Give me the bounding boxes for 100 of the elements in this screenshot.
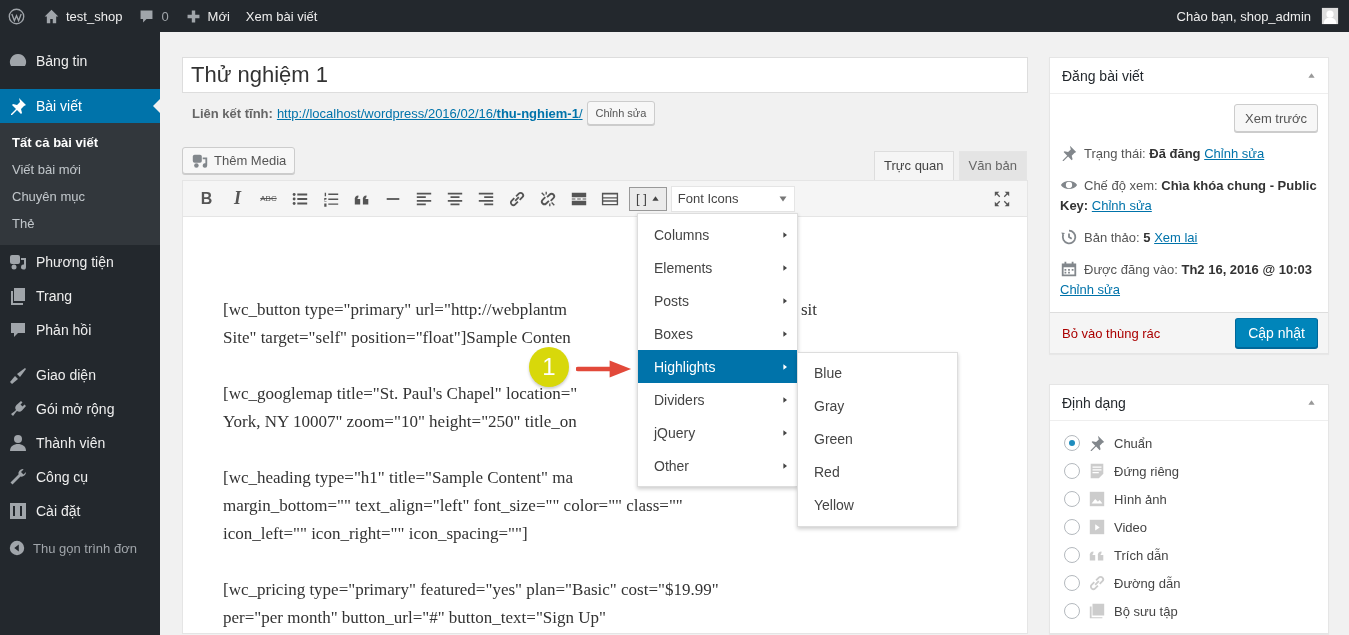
publish-setting: Được đăng vào: Th2 16, 2016 @ 10:03 Chỉnh sửa [1060,260,1313,299]
wrench-icon [8,467,28,487]
paintbrush-icon [8,365,28,385]
menu-item[interactable]: Dividers [638,383,797,416]
collapse-menu-button[interactable]: Thu gọn trình đơn [0,531,160,565]
menu-item[interactable]: Giao diện [0,358,160,392]
menu-item[interactable]: Phương tiện [0,245,160,279]
caret-icon[interactable] [1307,71,1316,80]
pushpin-icon [1088,434,1106,452]
submenu-item[interactable]: Blue [798,357,957,390]
home-icon [43,7,60,25]
media-icon [8,252,28,272]
format-option-label[interactable]: Video [1114,519,1147,535]
site-link[interactable]: test_shop [35,0,131,32]
caret-icon [781,230,789,239]
menu-item[interactable]: Gói mở rộng [0,392,160,426]
submenu-item[interactable]: Red [798,456,957,489]
pushpin-icon [1060,144,1078,162]
menu-item[interactable]: Bài viết [0,89,160,123]
format-option-label[interactable]: Đứng riêng [1114,463,1180,479]
avatar-icon [1321,7,1339,25]
editor-tab[interactable]: Văn bản [958,151,1027,180]
add-media-button[interactable]: Thêm Media [182,147,296,174]
update-button[interactable]: Cập nhật [1235,318,1318,348]
collapse-icon [8,539,26,557]
menu-item[interactable]: Thành viên [0,426,160,460]
video-icon [1088,518,1106,536]
submenu-item[interactable]: Green [798,423,957,456]
menu-item[interactable]: Elements [638,251,797,284]
format-option-label[interactable]: Chuẩn [1114,435,1153,451]
chain-link-icon [1088,574,1106,592]
shortcode-text: sit [800,299,817,321]
format-option-label[interactable]: Bộ sưu tập [1114,603,1178,619]
shortcode-text: margin_bottom="" text_align="left" font_size="" color="" class="" [223,495,683,517]
caret-icon [781,395,789,404]
submenu-item[interactable]: Chuyên mục [0,183,160,210]
submenu-item[interactable]: Viết bài mới [0,156,160,183]
caret-icon [650,194,660,203]
shortcode-button[interactable]: [ ] [629,186,667,211]
submenu-item[interactable]: Yellow [798,489,957,522]
menu-item[interactable]: Công cụ [0,460,160,494]
image-icon [1088,490,1106,508]
trash-link[interactable]: Bỏ vào thùng rác [1062,325,1161,341]
publish-setting: Chế độ xem: Chìa khóa chung - Public Key: Chỉnh sửa [1060,176,1318,215]
shortcode-text: icon_left="" icon_right="" icon_spacing=""] [223,523,528,545]
menu-item[interactable]: Cài đặt [0,494,160,528]
editor-tab[interactable]: Trực quan [874,151,954,180]
menu-item[interactable]: Boxes [638,317,797,350]
submenu-item[interactable]: Tất cả bài viết [0,129,160,156]
caret-icon [781,461,789,470]
submenu-item[interactable]: Thẻ [0,210,160,237]
edit-permalink-button[interactable]: Chỉnh sửa [586,101,656,125]
edit-link[interactable]: Xem lai [1154,230,1198,245]
broken-link-icon[interactable] [538,189,557,208]
submenu-item[interactable]: Gray [798,390,957,423]
permalink-link[interactable]: http://localhost/wordpress/2016/02/16/thu-nghiem-1/ [276,105,583,121]
caret-icon [781,329,789,338]
user-icon [8,433,28,453]
pushpin-icon [8,96,28,116]
calendar-icon [1060,260,1078,278]
format-option-label[interactable]: Hình ảnh [1114,491,1167,507]
menu-item[interactable]: Posts [638,284,797,317]
italic-button[interactable]: I [222,183,253,214]
font-icons-dropdown[interactable]: Font Icons [670,185,795,212]
caret-icon [781,362,789,371]
format-option-label[interactable]: Trích dẫn [1114,547,1169,563]
edit-link[interactable]: Chỉnh sửa [1060,282,1120,297]
step-number-badge: 1 [529,347,569,387]
preview-button[interactable]: Xem trước [1234,104,1318,132]
wordpress-logo-icon [8,7,25,25]
menu-item[interactable]: Bảng tin [0,44,160,78]
caret-icon[interactable] [1307,398,1316,407]
fullscreen-icon[interactable] [992,189,1011,208]
caret-icon [781,263,789,272]
shortcode-text: [wc_heading type="h1" title="Sample Content" ma [223,467,574,489]
menu-item[interactable]: Phản hồi [0,313,160,347]
gallery-icon [1088,602,1106,620]
shortcode-text: per="per month" button_url="#" button_text="Sign Up" [223,607,606,629]
edit-link[interactable]: Chỉnh sửa [1091,198,1152,213]
title-field[interactable]: Thử nghiệm 1 [182,57,1028,93]
menu-item[interactable]: Other [638,449,797,482]
new-link[interactable]: Mới [176,0,238,32]
permalink-label: Liên kết tĩnh: [192,105,273,121]
comment-icon [8,320,28,340]
shortcode-text: Site" target="self" position="float"]Sample Conten [223,327,571,349]
strikethrough-button[interactable]: ABC [253,183,284,214]
menu-item[interactable]: Trang [0,279,160,313]
bold-button[interactable]: B [191,183,222,214]
caret-icon [781,296,789,305]
view-post-link[interactable]: Xem bài viết [237,0,326,32]
menu-item[interactable]: Columns [638,218,797,251]
sliders-icon [8,501,28,521]
menu-item[interactable]: jQuery [638,416,797,449]
account-link[interactable]: Chào bạn, shop_admin [1168,0,1349,32]
clock-icon [1060,228,1078,246]
chain-link-icon[interactable] [507,189,526,208]
edit-link[interactable]: Chỉnh sửa [1204,146,1265,161]
format-option-label[interactable]: Đường dẫn [1114,575,1181,591]
comments-link[interactable]: 0 [130,0,177,32]
menu-item[interactable]: Highlights [638,350,797,383]
